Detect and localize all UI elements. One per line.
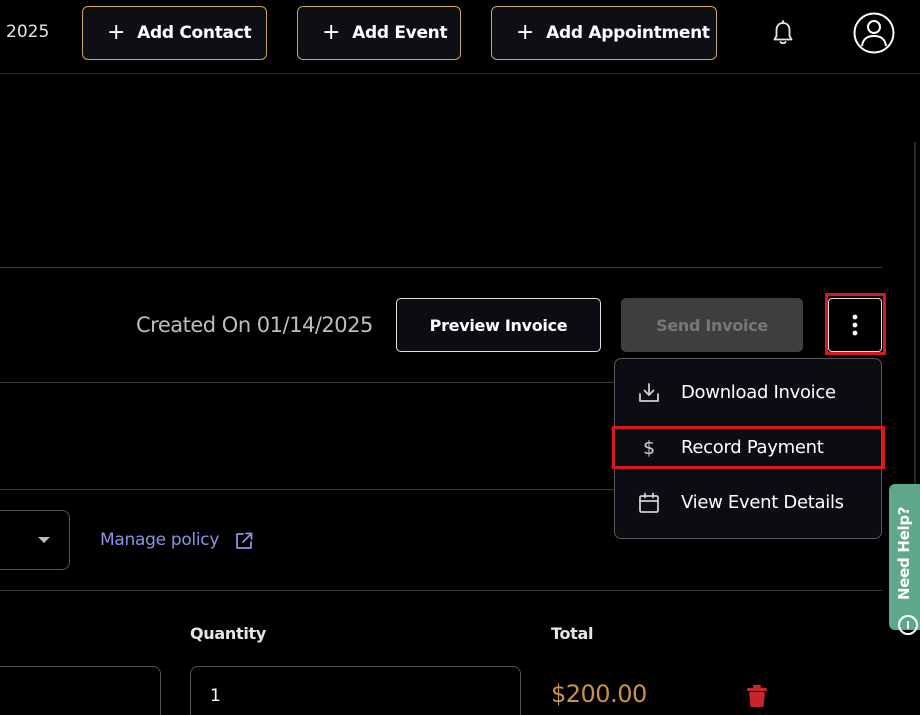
add-event-label: Add Event (352, 23, 448, 43)
chevron-down-icon (38, 537, 50, 543)
created-date: Created On 01/14/2025 (136, 313, 373, 337)
info-icon (898, 615, 918, 635)
menu-item-label: Download Invoice (681, 382, 836, 403)
add-event-button[interactable]: + Add Event (297, 6, 461, 60)
date-fragment: 2025 (6, 22, 50, 42)
send-invoice-button[interactable]: Send Invoice (621, 298, 803, 352)
calendar-icon (637, 491, 661, 515)
add-contact-button[interactable]: + Add Contact (82, 6, 267, 60)
bell-icon[interactable] (770, 19, 796, 47)
download-icon (637, 381, 661, 405)
add-appointment-label: Add Appointment (546, 23, 710, 43)
quantity-input[interactable] (190, 666, 521, 715)
external-link-icon[interactable] (233, 530, 255, 552)
avatar[interactable] (853, 12, 895, 54)
divider (0, 590, 882, 591)
total-header: Total (551, 624, 594, 643)
plus-icon: + (107, 20, 126, 45)
plus-icon: + (516, 20, 535, 45)
quantity-header: Quantity (190, 624, 266, 643)
plus-icon: + (322, 20, 341, 45)
add-contact-label: Add Contact (137, 23, 252, 43)
top-bar: 2025 + Add Contact + Add Event + Add App… (0, 0, 920, 74)
policy-select[interactable] (0, 510, 70, 570)
menu-item-view-event-details[interactable]: View Event Details (615, 475, 881, 530)
preview-invoice-button[interactable]: Preview Invoice (396, 298, 601, 352)
line-total: $200.00 (551, 680, 647, 708)
more-vertical-icon (852, 314, 858, 336)
quantity-value: 1 (210, 686, 221, 706)
more-actions-button[interactable] (828, 298, 882, 352)
trash-icon[interactable] (745, 683, 769, 709)
menu-item-download-invoice[interactable]: Download Invoice (615, 365, 881, 420)
scrollbar[interactable] (914, 142, 916, 487)
menu-item-label: View Event Details (681, 492, 844, 513)
record-payment-highlight (612, 426, 885, 469)
divider (0, 267, 882, 268)
need-help-label: Need Help? (895, 506, 913, 600)
item-field[interactable] (0, 666, 161, 715)
add-appointment-button[interactable]: + Add Appointment (491, 6, 717, 60)
manage-policy-link[interactable]: Manage policy (100, 530, 219, 550)
